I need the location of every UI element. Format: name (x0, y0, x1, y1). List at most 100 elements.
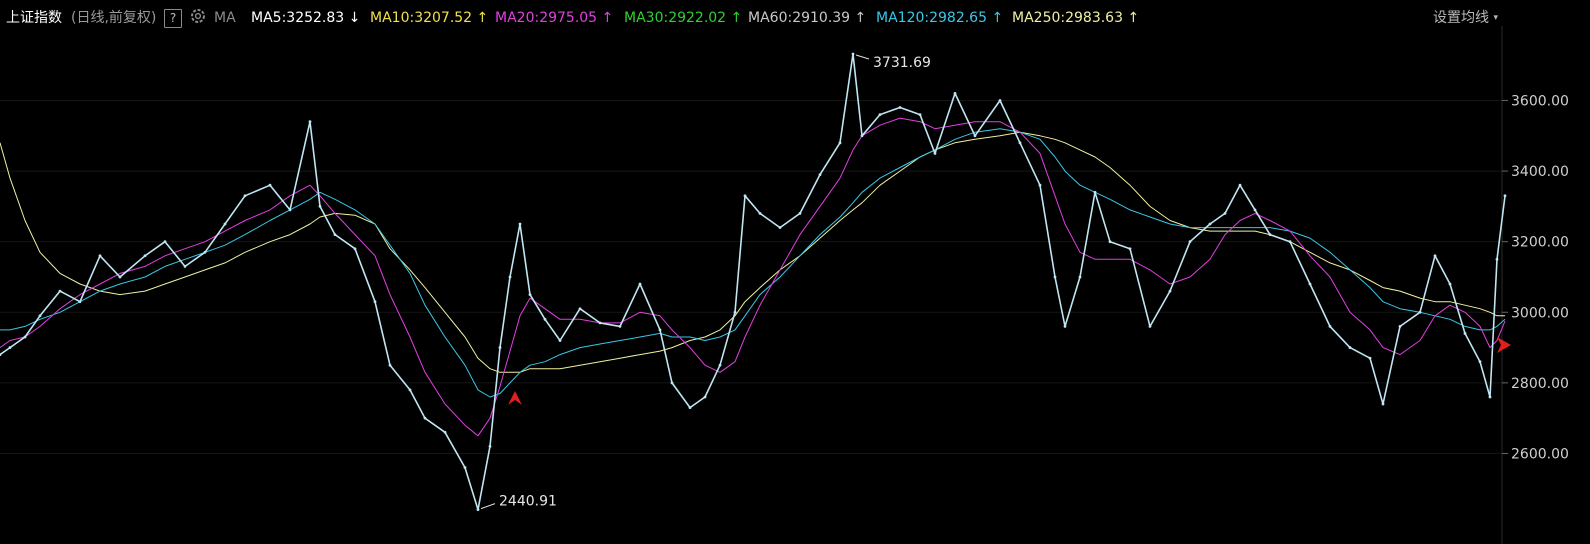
series-line-ma250 (0, 131, 1505, 373)
data-point (1108, 240, 1112, 244)
data-point (498, 346, 502, 349)
legend-ma250-arrow-icon: ↑ (1123, 10, 1140, 26)
data-point (388, 363, 392, 367)
data-point (1253, 208, 1257, 212)
legend-ma120: MA120:2982.65 ↑ (876, 9, 1003, 27)
annotation-low-label: 2440.91 (499, 494, 557, 510)
data-point (78, 300, 82, 304)
data-point (658, 328, 662, 332)
annotation-low-arrow-icon (480, 503, 496, 510)
data-point (860, 134, 864, 138)
data-point (203, 250, 207, 254)
data-point (288, 208, 292, 212)
data-point (851, 52, 855, 56)
data-point (488, 445, 492, 448)
annotation-high: 3731.69 (855, 54, 931, 71)
data-point (638, 282, 642, 286)
data-point (1268, 233, 1272, 237)
data-point (1188, 240, 1192, 244)
data-point (558, 339, 562, 342)
series-ma20 (0, 117, 1506, 437)
data-point (733, 310, 737, 314)
candlestick-chart[interactable]: 2600.00 2800.00 3000.00 3200.00 3400.00 3600.… (0, 0, 1590, 544)
data-point (1093, 190, 1097, 194)
data-point (1368, 356, 1372, 360)
legend-ma30: MA30:2922.02 ↑ (624, 9, 742, 27)
legend-ma5-value: MA5:3252.83 (251, 10, 345, 26)
legend-ma10: MA10:3207.52 ↑ (370, 9, 488, 27)
data-point (318, 204, 322, 208)
data-point (1448, 282, 1452, 286)
data-point (476, 508, 480, 512)
dropdown-caret-icon: ▾ (1493, 13, 1498, 23)
data-point (1488, 395, 1492, 399)
data-point (778, 226, 782, 229)
data-point (818, 173, 822, 177)
data-point (333, 233, 337, 237)
data-point (670, 381, 674, 385)
data-point (1038, 183, 1042, 187)
data-point (1288, 240, 1292, 244)
chart-grid (0, 99, 1502, 454)
data-point (543, 317, 547, 321)
legend-ma60-arrow-icon: ↑ (850, 10, 867, 26)
data-point (918, 113, 922, 116)
data-point (38, 314, 42, 318)
data-point (743, 194, 747, 198)
series-line-ma20 (0, 117, 1506, 437)
help-button[interactable]: ? (164, 9, 182, 28)
legend-ma30-arrow-icon: ↑ (726, 10, 743, 26)
data-point (8, 346, 12, 349)
data-point (688, 406, 692, 409)
data-point (1348, 346, 1352, 349)
settings-ma-button[interactable]: 设置均线 ▾ (1433, 9, 1498, 27)
legend-ma250-value: MA250:2983.63 (1012, 10, 1123, 26)
y-tick-label-3600: 3600.00 (1511, 93, 1569, 109)
legend-ma30-value: MA30:2922.02 (624, 10, 727, 26)
gear-icon[interactable] (188, 6, 208, 31)
data-point (578, 307, 582, 311)
data-point (798, 212, 802, 215)
current-price-marker-icon (1497, 337, 1511, 353)
y-tick-label-2600: 2600.00 (1511, 446, 1569, 462)
data-point (408, 388, 412, 392)
data-point (223, 222, 227, 226)
data-point (183, 264, 187, 268)
legend-ma250: MA250:2983.63 ↑ (1012, 9, 1139, 27)
data-point (58, 289, 62, 293)
annotations-layer: 3731.69 2440.91 (480, 54, 1511, 510)
data-point (1168, 289, 1172, 293)
data-point (953, 92, 957, 95)
data-point (598, 321, 602, 325)
data-point (353, 247, 357, 251)
legend-ma60: MA60:2910.39 ↑ (748, 9, 866, 27)
data-point (1433, 254, 1437, 258)
data-point (878, 113, 882, 116)
annotation-high-arrow-icon (855, 54, 870, 60)
data-point (518, 222, 522, 226)
data-point (308, 120, 312, 124)
data-point (1328, 324, 1332, 328)
data-point (1223, 212, 1227, 215)
data-point (998, 99, 1002, 102)
legend-ma20: MA20:2975.05 ↑ (495, 9, 613, 27)
data-point (898, 106, 902, 109)
data-point (718, 363, 722, 367)
series-line-price (0, 53, 1506, 511)
legend-ma120-value: MA120:2982.65 (876, 10, 987, 26)
data-point (1063, 324, 1067, 328)
data-point (1053, 275, 1057, 279)
data-point (118, 275, 122, 279)
data-point (1503, 194, 1507, 198)
data-point (838, 141, 842, 145)
data-point (1128, 247, 1132, 251)
data-point (758, 212, 762, 215)
series-ma250 (0, 131, 1505, 373)
data-point (463, 466, 467, 469)
y-tick-label-3200: 3200.00 (1511, 235, 1569, 251)
data-point (243, 194, 247, 198)
data-point (1418, 310, 1422, 314)
legend-ma10-value: MA10:3207.52 (370, 10, 473, 26)
data-point (268, 183, 272, 187)
data-point (1238, 183, 1242, 187)
